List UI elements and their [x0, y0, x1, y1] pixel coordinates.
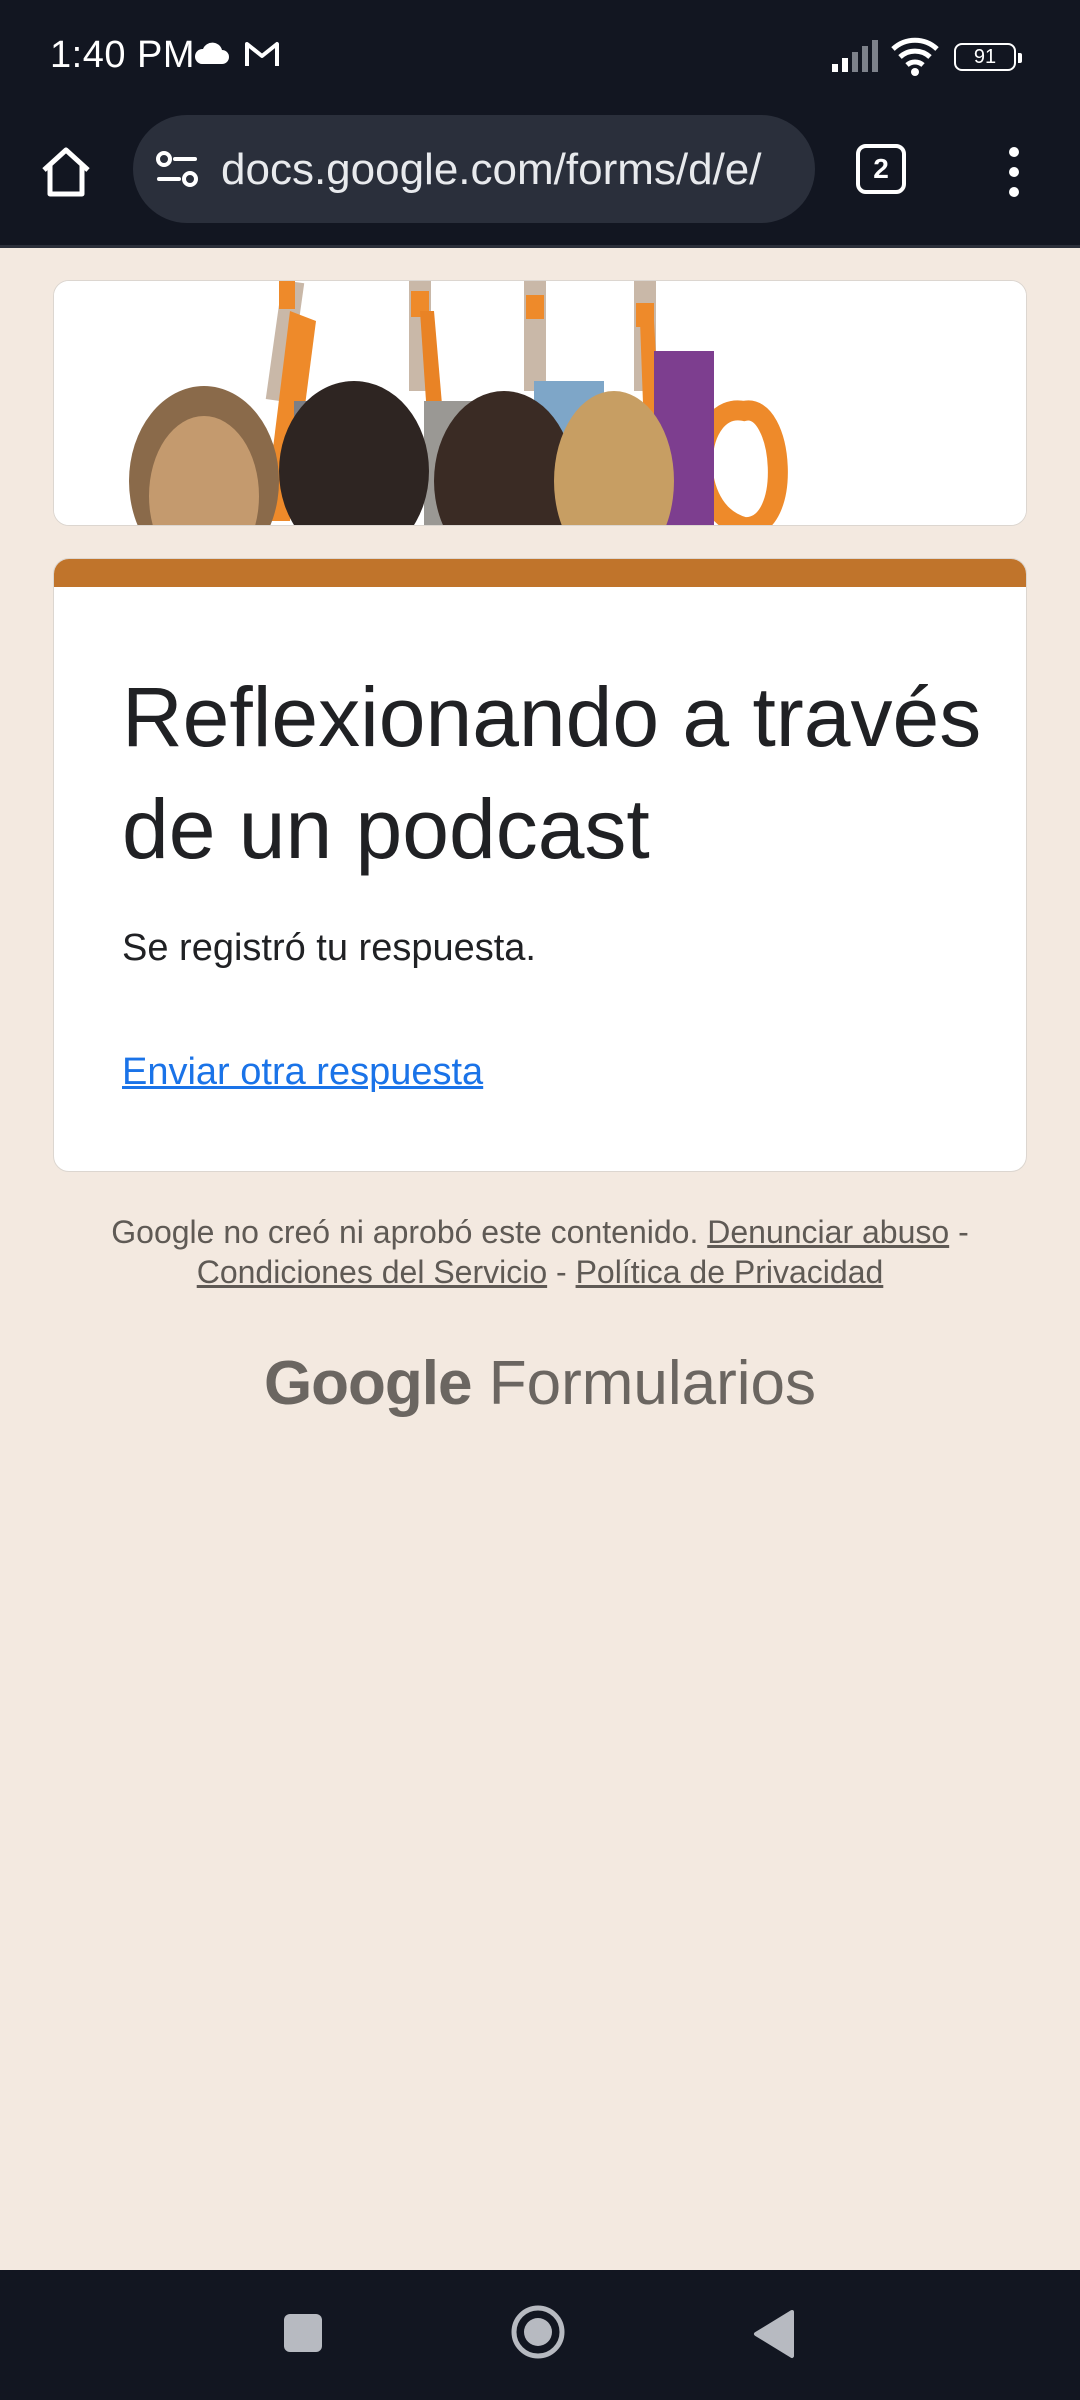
card-accent-bar [54, 559, 1026, 587]
url-text[interactable]: docs.google.com/forms/d/e/ [221, 145, 801, 195]
back-triangle-icon[interactable] [752, 2308, 796, 2360]
footer-disclaimer: Google no creó ni aprobó este contenido.… [60, 1212, 1020, 1292]
brand-google: Google [263, 1349, 473, 1418]
submit-another-response-link[interactable]: Enviar otra respuesta [122, 1051, 483, 1094]
report-abuse-link[interactable]: Denunciar abuso [707, 1214, 949, 1250]
recents-button[interactable] [284, 2314, 322, 2352]
system-navigation-bar [0, 2270, 1080, 2400]
separator: - [556, 1254, 567, 1290]
women-raising-arms-illustration [54, 281, 1026, 525]
confirmation-message: Se registró tu respuesta. [122, 927, 536, 969]
status-time: 1:40 PM [50, 34, 196, 76]
brand-product: Formularios [488, 1349, 817, 1418]
separator: - [958, 1214, 969, 1250]
browser-toolbar: docs.google.com/forms/d/e/ 2 [0, 112, 1080, 248]
site-settings-icon[interactable] [155, 149, 201, 194]
cloud-icon [193, 42, 229, 71]
address-bar[interactable]: docs.google.com/forms/d/e/ [133, 115, 815, 223]
more-options-icon[interactable] [996, 142, 1032, 202]
disclaimer-text: Google no creó ni aprobó este contenido. [111, 1214, 699, 1250]
status-bar: 1:40 PM 91 [0, 0, 1080, 112]
home-circle-icon[interactable] [510, 2304, 566, 2360]
gmail-icon [244, 40, 280, 73]
wifi-icon [890, 36, 940, 81]
home-button[interactable] [36, 142, 96, 202]
form-title: Reflexionando a través de un podcast [122, 670, 982, 876]
form-confirmation-card: Reflexionando a través de un podcast Se … [53, 558, 1027, 1172]
privacy-policy-link[interactable]: Política de Privacidad [576, 1254, 884, 1290]
terms-of-service-link[interactable]: Condiciones del Servicio [197, 1254, 547, 1290]
google-forms-logo[interactable]: Google Formularios [0, 1348, 1080, 1419]
battery-icon: 91 [954, 43, 1022, 71]
header-image [53, 280, 1027, 526]
signal-icon [830, 40, 880, 79]
tab-switcher-button[interactable]: 2 [856, 144, 906, 194]
